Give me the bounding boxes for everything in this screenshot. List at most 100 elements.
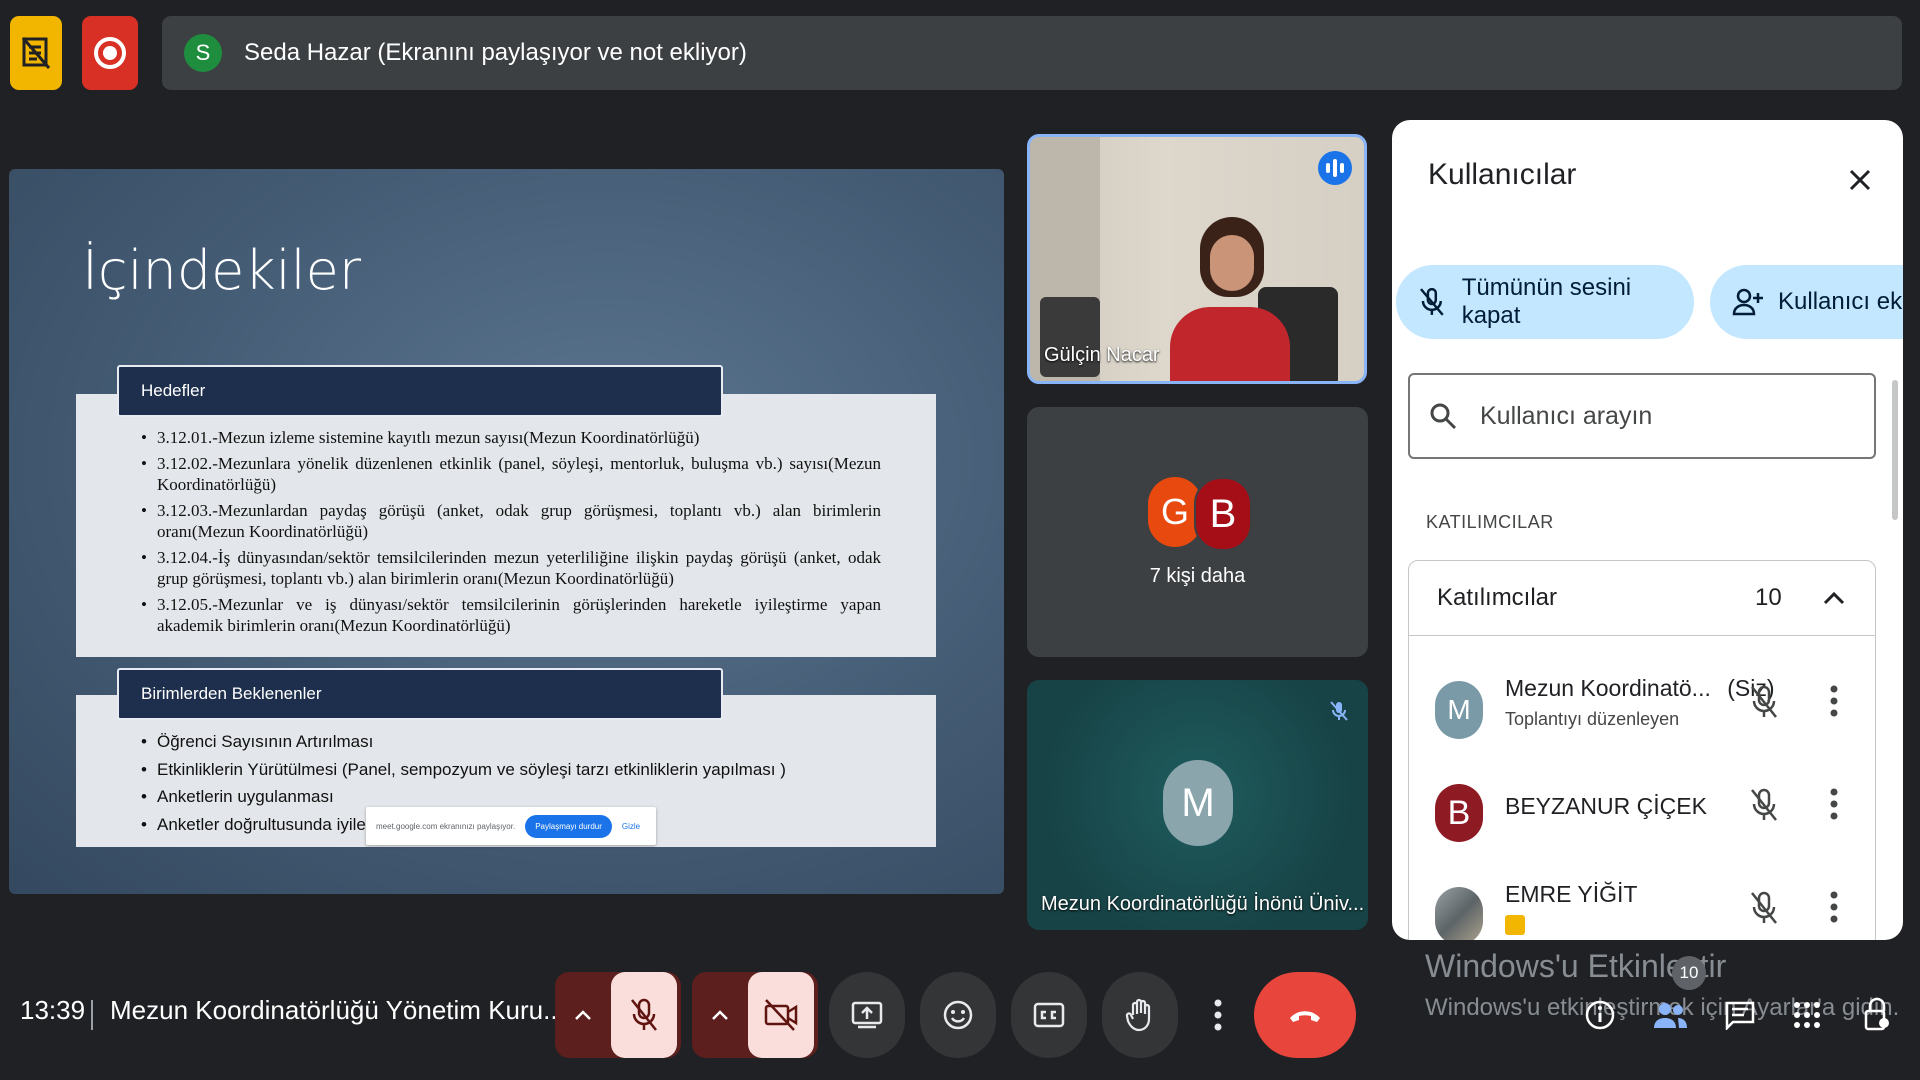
camera-off-button[interactable] — [748, 972, 814, 1058]
more-options-button[interactable] — [1193, 972, 1243, 1058]
avatar: M — [1163, 760, 1233, 846]
mic-off-icon[interactable] — [1749, 683, 1779, 721]
chevron-up-icon[interactable] — [692, 1009, 748, 1021]
speaking-indicator-icon — [1318, 151, 1352, 185]
more-options-icon[interactable] — [1829, 683, 1839, 719]
people-icon — [1654, 1003, 1687, 1028]
participant-role: Toplantıyı düzenleyen — [1505, 709, 1680, 729]
hang-up-icon — [1290, 1011, 1320, 1022]
group-count: 10 — [1755, 584, 1782, 611]
list-item[interactable]: B BEYZANUR ÇİÇEK — [1409, 760, 1875, 856]
expectations-header: Birimlerden Beklenenler — [117, 668, 723, 720]
captions-icon — [1033, 1002, 1065, 1028]
participants-group-header[interactable]: Katılımcılar 10 — [1409, 561, 1875, 636]
chat-icon — [1725, 1001, 1755, 1030]
meeting-title: Mezun Koordinatörlüğü Yönetim Kuru... — [110, 995, 565, 1025]
add-user-label: Kullanıcı ekle — [1778, 288, 1903, 315]
group-label: Katılımcılar — [1437, 584, 1558, 611]
chat-button[interactable] — [1715, 990, 1765, 1040]
speaker-video-figure — [1160, 207, 1300, 381]
more-options-icon[interactable] — [1829, 889, 1839, 925]
add-person-icon — [1732, 288, 1763, 316]
mic-off-icon — [1420, 287, 1444, 316]
speaker-name: Gülçin Nacar — [1044, 344, 1160, 366]
mic-off-icon[interactable] — [1749, 889, 1779, 927]
more-options-icon — [1214, 999, 1222, 1031]
mic-off-button[interactable] — [611, 972, 677, 1058]
meeting-info-button[interactable] — [1575, 990, 1625, 1040]
present-screen-icon — [851, 1001, 883, 1029]
participant-name: Mezun Koordinatö... — [1505, 675, 1711, 701]
speaker-video-tile[interactable]: Gülçin Nacar — [1027, 134, 1367, 384]
raise-hand-button[interactable] — [1102, 972, 1178, 1058]
lock-person-icon — [1864, 997, 1889, 1031]
leave-call-button[interactable] — [1254, 972, 1356, 1058]
panel-title: Kullanıcılar — [1428, 158, 1577, 191]
expectation-item: Öğrenci Sayısının Artırılması — [141, 728, 881, 756]
goals-header: Hedefler — [117, 365, 723, 417]
avatar: B — [1435, 784, 1483, 842]
search-input[interactable]: Kullanıcı arayın — [1408, 373, 1876, 459]
more-participants-tile[interactable]: G B 7 kişi daha — [1027, 407, 1368, 657]
microphone-control — [555, 972, 681, 1058]
mic-off-icon — [631, 998, 657, 1031]
shared-slide: İçindekiler Hedefler 3.12.01.-Mezun izle… — [9, 169, 1004, 894]
avatar — [1435, 887, 1483, 940]
camera-control — [692, 972, 818, 1058]
screen-share-popup: meet.google.com ekranınızı paylaşıyor. P… — [366, 807, 656, 845]
close-icon[interactable] — [1840, 160, 1880, 200]
avatar: B — [1194, 477, 1252, 551]
more-options-icon[interactable] — [1829, 786, 1839, 822]
goal-item: 3.12.01.-Mezun izleme sistemine kayıtlı … — [141, 427, 881, 448]
clock: 13:39 — [20, 995, 86, 1025]
reactions-button[interactable] — [920, 972, 996, 1058]
host-controls-button[interactable] — [1852, 990, 1902, 1040]
mic-off-icon — [1322, 694, 1356, 728]
stop-sharing-button[interactable]: Paylaşmayı durdur — [525, 814, 612, 838]
info-icon — [1585, 1000, 1615, 1030]
chevron-up-icon[interactable] — [555, 1009, 611, 1021]
search-placeholder: Kullanıcı arayın — [1480, 401, 1653, 430]
people-button[interactable] — [1645, 990, 1695, 1040]
participant-name: BEYZANUR ÇİÇEK — [1505, 793, 1707, 819]
share-popup-text: meet.google.com ekranınızı paylaşıyor. — [376, 821, 516, 831]
list-item[interactable]: M Mezun Koordinatö... (Siz) Toplantıyı d… — [1409, 657, 1875, 753]
section-label: KATILIMCILAR — [1426, 512, 1554, 532]
participant-name: EMRE YİĞİT — [1505, 881, 1638, 907]
add-user-button[interactable]: Kullanıcı ekle — [1710, 265, 1903, 339]
camera-off-icon — [764, 999, 798, 1031]
goal-item: 3.12.03.-Mezunlardan paydaş görüşü (anke… — [141, 500, 881, 542]
panel-scrollbar[interactable] — [1892, 380, 1898, 520]
participant-tile[interactable]: M Mezun Koordinatörlüğü İnönü Üniv... — [1027, 680, 1368, 930]
presentation-badge-icon — [1505, 915, 1525, 935]
expectation-item: Etkinliklerin Yürütülmesi (Panel, sempoz… — [141, 756, 881, 784]
presenter-status: Seda Hazar (Ekranını paylaşıyor ve not e… — [244, 39, 747, 66]
people-panel: Kullanıcılar Tümünün sesini kapat Kullan… — [1392, 120, 1903, 940]
search-icon — [1430, 403, 1457, 430]
goals-list: 3.12.01.-Mezun izleme sistemine kayıtlı … — [141, 427, 881, 641]
more-participants-label: 7 kişi daha — [1149, 565, 1246, 587]
chevron-up-icon[interactable] — [1823, 591, 1845, 605]
goal-item: 3.12.02.-Mezunlara yönelik düzenlenen et… — [141, 453, 881, 495]
avatar: M — [1435, 681, 1483, 739]
mic-off-icon[interactable] — [1749, 786, 1779, 824]
emoji-icon — [943, 1000, 973, 1030]
participant-name-row: Mezun Koordinatö... (Siz) — [1505, 675, 1775, 702]
list-item[interactable]: EMRE YİĞİT — [1409, 863, 1875, 940]
presentation-badge-icon[interactable] — [10, 16, 62, 90]
presenter-avatar: S — [184, 34, 222, 72]
goal-item: 3.12.05.-Mezunlar ve iş dünyası/sektör t… — [141, 594, 881, 636]
participants-group: Katılımcılar 10 M Mezun Koordinatö... (S… — [1408, 560, 1876, 940]
present-screen-button[interactable] — [829, 972, 905, 1058]
hide-popup-link[interactable]: Gizle — [622, 822, 640, 831]
participant-name: Mezun Koordinatörlüğü İnönü Üniv... — [1041, 893, 1365, 915]
activities-button[interactable] — [1782, 990, 1832, 1040]
captions-button[interactable] — [1011, 972, 1087, 1058]
presenting-banner: S Seda Hazar (Ekranını paylaşıyor ve not… — [162, 16, 1902, 90]
divider — [91, 1000, 93, 1030]
goal-item: 3.12.04.-İş dünyasından/sektör temsilcil… — [141, 547, 881, 589]
people-count-badge: 10 — [1672, 956, 1706, 990]
recording-icon[interactable] — [82, 16, 138, 90]
apps-grid-icon — [1794, 1002, 1820, 1028]
mute-all-button[interactable]: Tümünün sesini kapat — [1396, 265, 1694, 339]
